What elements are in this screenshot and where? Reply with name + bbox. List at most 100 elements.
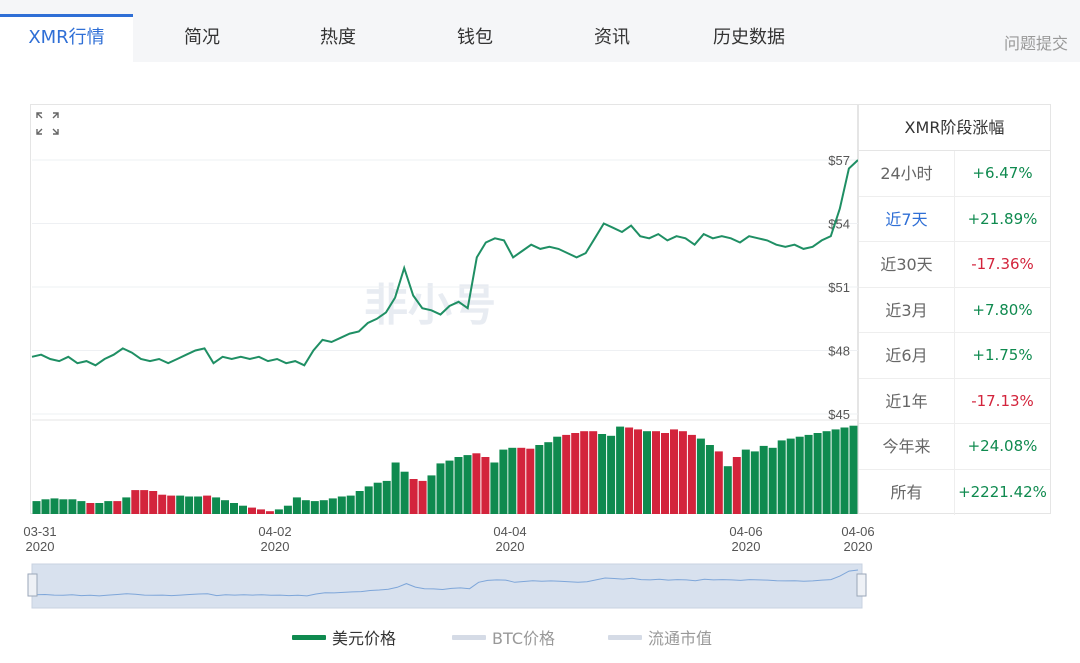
x-tick-label: 04-062020 [841, 524, 874, 554]
volume-bar [786, 438, 795, 514]
volume-bar [544, 442, 553, 514]
volume-bar [427, 475, 436, 514]
legend-btc-price[interactable]: BTC价格 [452, 622, 555, 652]
volume-bar [104, 501, 113, 514]
volume-bar [849, 425, 858, 514]
volume-bar [257, 509, 265, 514]
period-row[interactable]: 近30天 -17.36% [859, 242, 1050, 288]
navigator-handle-left[interactable] [27, 573, 38, 597]
volume-bar [203, 495, 212, 514]
period-label: 近30天 [859, 242, 955, 287]
period-change-table: XMR阶段涨幅 24小时 +6.47% 近7天 +21.89% 近30天 -17.36% 近… [858, 104, 1051, 515]
watermark: 非小号 [364, 281, 496, 330]
y-tick-label: $57 [828, 153, 850, 168]
volume-bar [50, 498, 59, 514]
period-row[interactable]: 近6月 +1.75% [859, 333, 1050, 379]
navigator-handle-right[interactable] [856, 573, 867, 597]
volume-bar [436, 463, 445, 514]
period-row[interactable]: 近3月 +7.80% [859, 287, 1050, 333]
volume-bar [831, 429, 840, 514]
fullscreen-icon[interactable] [36, 112, 59, 135]
volume-bar [265, 511, 274, 514]
volume-bar [580, 431, 589, 514]
volume-bar [678, 431, 687, 514]
volume-bar [652, 431, 660, 514]
volume-bar [310, 501, 319, 514]
period-row[interactable]: 近1年 -17.13% [859, 378, 1050, 424]
volume-bar [723, 466, 732, 514]
svg-text:04-02: 04-02 [258, 524, 291, 539]
legend-usd-price[interactable]: 美元价格 [292, 622, 396, 652]
volume-bar [391, 462, 400, 514]
legend-swatch-usd [292, 634, 326, 640]
volume-bar [113, 501, 122, 514]
x-tick-label: 04-062020 [729, 524, 762, 554]
volume-bar [239, 505, 247, 514]
volume-bar [149, 491, 158, 514]
period-change-value: -17.36% [971, 255, 1034, 273]
volume-bar [86, 503, 95, 514]
period-row[interactable]: 今年来 +24.08% [859, 424, 1050, 470]
volume-bar [59, 499, 68, 514]
volume-bar [670, 429, 678, 514]
volume-bar [292, 497, 301, 514]
volume-bar [319, 500, 328, 514]
volume-bar [714, 451, 723, 514]
x-tick-label: 03-312020 [23, 524, 56, 554]
volume-bar [418, 480, 427, 514]
period-change-value: +24.08% [967, 437, 1038, 455]
volume-bar [68, 499, 77, 514]
volume-bar [705, 445, 714, 514]
period-row[interactable]: 所有 +2221.42% [859, 469, 1050, 515]
volume-bar [122, 497, 131, 514]
volume-bar [185, 496, 194, 514]
period-label: 24小时 [859, 151, 955, 196]
svg-text:04-06: 04-06 [841, 524, 874, 539]
volume-bar [32, 501, 41, 514]
legend-swatch-mcap [608, 634, 642, 640]
volume-bar [337, 496, 346, 514]
volume-bar [696, 438, 705, 514]
volume-bar [274, 509, 283, 514]
chart-legend: 美元价格 BTC价格 流通市值 [0, 622, 1080, 652]
volume-bar [616, 426, 625, 514]
volume-bar [777, 440, 786, 514]
period-row[interactable]: 24小时 +6.47% [859, 151, 1050, 197]
volume-bar [194, 496, 203, 514]
period-label: 近6月 [859, 333, 955, 378]
volume-bar [463, 455, 472, 514]
volume-bar [553, 436, 562, 514]
volume-bar [840, 427, 849, 514]
volume-bar [499, 449, 508, 514]
volume-bar [454, 457, 463, 514]
y-tick-label: $48 [828, 344, 850, 359]
period-row[interactable]: 近7天 +21.89% [859, 196, 1050, 242]
volume-bar [759, 445, 768, 514]
legend-swatch-btc [452, 634, 486, 640]
period-change-value: -17.13% [971, 391, 1034, 410]
volume-bar [643, 431, 651, 514]
period-label: 近3月 [859, 287, 955, 332]
volume-bar [472, 453, 481, 514]
volume-bar [598, 434, 607, 514]
volume-bar [517, 447, 526, 514]
volume-bar [661, 433, 669, 514]
volume-bar [230, 503, 238, 514]
volume-bar [346, 495, 355, 514]
range-navigator[interactable] [31, 563, 863, 609]
legend-market-cap[interactable]: 流通市值 [608, 622, 712, 652]
svg-text:2020: 2020 [26, 539, 55, 554]
volume-bar [283, 505, 292, 514]
period-change-value: +1.75% [972, 346, 1033, 364]
volume-bar [490, 462, 499, 514]
volume-bar [481, 457, 490, 514]
volume-bar [373, 482, 382, 514]
volume-bar [355, 491, 364, 514]
volume-bar [732, 457, 741, 514]
volume-bar [328, 498, 337, 514]
volume-bar [822, 431, 831, 514]
volume-bar [607, 435, 616, 514]
volume-bar [167, 495, 176, 514]
period-label: 近7天 [859, 196, 955, 241]
volume-bar [221, 500, 229, 514]
